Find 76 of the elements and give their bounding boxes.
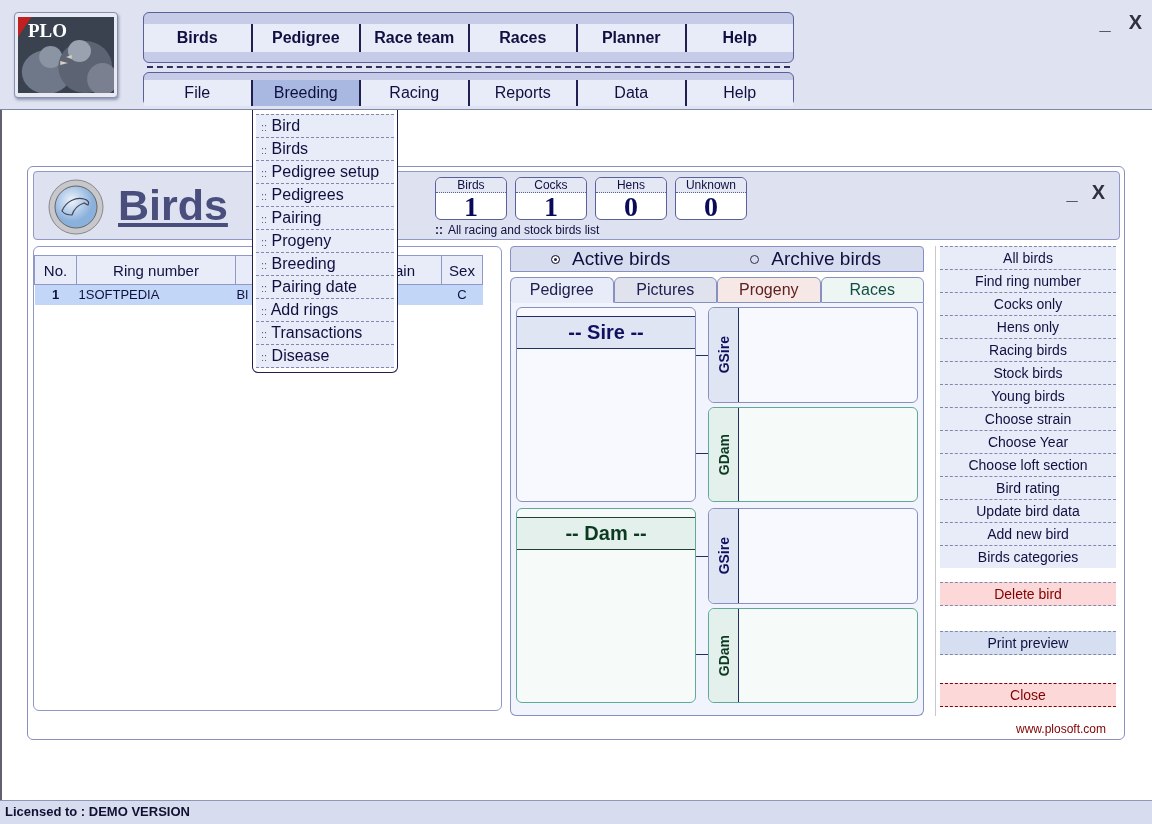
action-button[interactable]: Racing birds [940, 338, 1116, 361]
menu-button[interactable]: Birds [144, 24, 251, 52]
ancestor-label: GSire [715, 537, 732, 575]
menu-item[interactable]: :: Pedigrees [256, 183, 394, 206]
action-button[interactable]: Add new bird [940, 522, 1116, 545]
menu-item[interactable]: :: Pairing date [256, 275, 394, 298]
action-button[interactable]: Print preview [940, 631, 1116, 655]
radio-option[interactable]: Archive birds [750, 248, 882, 270]
radio-option[interactable]: Active birds [551, 248, 671, 270]
ancestor-label: GDam [715, 634, 732, 676]
action-button[interactable]: Stock birds [940, 361, 1116, 384]
counter-value: 1 [462, 193, 479, 220]
column-header[interactable]: Ring number [76, 255, 236, 285]
tab[interactable]: Progeny [717, 277, 821, 303]
counter-label: Unknown [675, 178, 746, 193]
logo-text: PLO [28, 21, 68, 41]
menu-item[interactable]: :: Pedigree setup [256, 160, 394, 183]
action-button[interactable]: Choose loft section [940, 453, 1116, 476]
minimize-button[interactable]: _ [1095, 12, 1115, 32]
action-button[interactable]: Young birds [940, 384, 1116, 407]
action-button[interactable]: Close [940, 683, 1116, 707]
action-button[interactable]: Hens only [940, 315, 1116, 338]
window-title: Birds [118, 180, 228, 230]
counter-label: Hens [595, 178, 666, 193]
menu-item[interactable]: :: Add rings [256, 298, 394, 321]
parent-title: -- Dam -- [517, 517, 695, 550]
action-button[interactable]: Choose Year [940, 430, 1116, 453]
menu-item[interactable]: :: Pairing [256, 206, 394, 229]
action-button[interactable]: Bird rating [940, 476, 1116, 499]
menu-item[interactable]: :: Birds [256, 137, 394, 160]
dismiss-button[interactable]: X [1087, 182, 1109, 202]
parent-title: -- Sire -- [517, 316, 695, 349]
tab[interactable]: Races [820, 277, 924, 303]
counter-value: 0 [702, 193, 719, 220]
action-button[interactable]: Update bird data [940, 499, 1116, 522]
menu-item[interactable]: :: Bird [256, 114, 394, 137]
minimize-button[interactable]: _ [1062, 182, 1082, 202]
menu-button[interactable]: Help [684, 24, 793, 52]
action-button[interactable]: Cocks only [940, 292, 1116, 315]
tab[interactable]: Pictures [613, 277, 717, 303]
counter-label: Cocks [515, 178, 586, 193]
action-button[interactable]: Find ring number [940, 269, 1116, 292]
radio-button[interactable] [551, 254, 560, 264]
menu-item[interactable]: Breeding [250, 80, 359, 106]
action-button[interactable]: Birds categories [940, 545, 1116, 568]
menu-item[interactable]: Reports [467, 80, 576, 106]
counter-label: Birds [435, 178, 506, 193]
menu-item[interactable]: Racing [359, 80, 468, 106]
bird-icon [48, 179, 104, 235]
ancestor-label: GDam [715, 433, 732, 475]
status-bar: Licensed to : DEMO VERSION [0, 800, 1152, 824]
counter-value: 1 [542, 193, 559, 220]
action-button[interactable]: Delete bird [940, 582, 1116, 606]
menu-item[interactable]: :: Disease [256, 344, 394, 368]
column-header[interactable]: Sex [441, 255, 483, 285]
menu-item[interactable]: Help [684, 80, 793, 106]
action-button[interactable]: Choose strain [940, 407, 1116, 430]
table-cell: 1 [34, 284, 77, 305]
counter-value: 0 [622, 193, 639, 220]
menu-button[interactable]: Pedigree [250, 24, 359, 52]
website-link[interactable]: www.plosoft.com [1015, 722, 1106, 736]
menu-item[interactable]: Data [576, 80, 685, 106]
subtitle-bullet: :: [434, 223, 443, 237]
column-header[interactable]: No. [34, 255, 77, 285]
dismiss-button[interactable]: X [1124, 12, 1146, 32]
subtitle: All racing and stock birds list [447, 223, 600, 237]
action-button[interactable]: All birds [940, 246, 1116, 269]
tab[interactable]: Pedigree [510, 277, 614, 303]
menu-item[interactable]: :: Transactions [256, 321, 394, 344]
ancestor-label: GSire [715, 336, 732, 374]
menu-button[interactable]: Planner [576, 24, 685, 52]
menu-button[interactable]: Race team [359, 24, 468, 52]
menu-item[interactable]: :: Progeny [256, 229, 394, 252]
menu-button[interactable]: Races [467, 24, 576, 52]
menu-item[interactable]: File [144, 80, 251, 106]
menu-item[interactable]: :: Breeding [256, 252, 394, 275]
